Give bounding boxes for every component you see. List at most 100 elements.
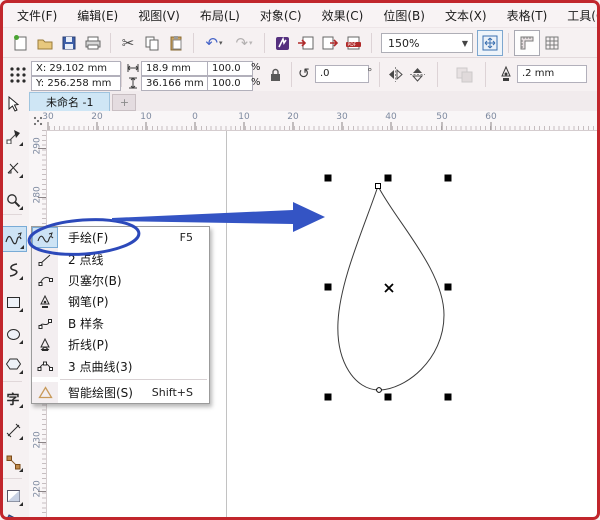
ellipse-tool[interactable]	[1, 322, 25, 346]
combine-objects-button[interactable]	[455, 66, 475, 87]
menu-table[interactable]: 表格(T)	[497, 4, 558, 27]
scale-h-field[interactable]: 100.0	[207, 61, 253, 76]
menu-item-bezier[interactable]: 贝塞尔(B)	[32, 269, 209, 292]
freehand-tool[interactable]	[0, 226, 27, 252]
menu-item-smart-drawing[interactable]: 智能绘图(S) Shift+S	[32, 381, 209, 404]
v-ruler-label: 290	[32, 137, 43, 155]
mirror-horizontal-button[interactable]	[387, 66, 404, 86]
end-node[interactable]	[376, 387, 382, 393]
print-icon	[85, 36, 101, 50]
scale-v-field[interactable]: 100.0	[207, 76, 253, 91]
menu-item-label: 3 点曲线(3)	[68, 359, 133, 374]
rotation-angle-field[interactable]: .0	[315, 65, 369, 83]
new-tab-button[interactable]: +	[112, 94, 137, 111]
lock-icon	[271, 68, 280, 81]
outline-width-field[interactable]: .2 mm	[517, 65, 587, 83]
text-tool[interactable]: 字	[1, 386, 25, 410]
save-icon	[62, 36, 76, 50]
polygon-tool[interactable]	[1, 352, 25, 376]
undo-icon: ↶	[205, 33, 219, 52]
pick-tool[interactable]	[1, 92, 25, 116]
h-ruler-label: 20	[287, 112, 299, 122]
toolbar-separator	[110, 33, 111, 53]
menu-layout[interactable]: 布局(L)	[190, 4, 250, 27]
fullscreen-preview-button[interactable]	[477, 30, 503, 56]
cut-button[interactable]: ✂	[116, 31, 140, 55]
propbar-separator	[121, 62, 122, 87]
horizontal-ruler[interactable]: 30 20 10 0 10 20 30 40 50 60	[42, 111, 597, 131]
bezier-icon	[38, 276, 53, 286]
3point-curve-icon	[37, 361, 53, 372]
redo-dropdown-icon: ▾	[249, 39, 253, 47]
menu-item-bspline[interactable]: B 样条	[32, 312, 209, 334]
show-grid-button[interactable]	[540, 31, 564, 55]
v-ruler-label: 280	[32, 186, 43, 204]
fill-tool[interactable]	[1, 508, 25, 520]
connector-icon	[6, 455, 20, 469]
h-ruler-label: 30	[42, 112, 54, 122]
dimension-tool[interactable]	[1, 418, 25, 442]
menu-item-label: 折线(P)	[68, 338, 109, 353]
object-center-marker[interactable]	[384, 283, 394, 293]
show-rulers-button[interactable]	[514, 30, 540, 56]
menu-view[interactable]: 视图(V)	[128, 4, 190, 27]
h-ruler-label: 0	[192, 112, 198, 122]
crop-tool[interactable]	[1, 156, 25, 180]
menu-edit[interactable]: 编辑(E)	[67, 4, 128, 27]
new-document-button[interactable]	[9, 31, 33, 55]
shape-tool-icon	[6, 129, 20, 144]
save-button[interactable]	[57, 31, 81, 55]
mirror-vertical-icon	[410, 68, 425, 82]
menu-item-pen[interactable]: 钢笔(P)	[32, 291, 209, 313]
rectangle-tool[interactable]	[1, 290, 25, 314]
ellipse-icon	[6, 328, 20, 340]
copy-button[interactable]	[140, 31, 164, 55]
zoom-tool[interactable]	[1, 188, 25, 212]
fill-bucket-icon	[5, 514, 18, 520]
print-button[interactable]	[81, 31, 105, 55]
export-icon	[322, 36, 339, 50]
shape-tool[interactable]	[1, 124, 25, 148]
zoom-level-combo[interactable]: 150% ▼	[381, 33, 473, 53]
menu-item-3point-curve[interactable]: 3 点曲线(3)	[32, 355, 209, 377]
redo-icon: ↷	[235, 33, 249, 52]
pick-cursor-icon	[8, 96, 20, 112]
position-x-field[interactable]: X: 29.102 mm	[31, 61, 121, 76]
teardrop-curve[interactable]	[337, 184, 445, 391]
open-button[interactable]	[33, 31, 57, 55]
menu-item-polyline[interactable]: 折线(P)	[32, 333, 209, 356]
export-button[interactable]	[318, 31, 342, 55]
import-button[interactable]	[294, 31, 318, 55]
position-y-field[interactable]: Y: 256.258 mm	[31, 76, 121, 91]
artistic-media-tool[interactable]	[1, 258, 25, 282]
menu-text[interactable]: 文本(X)	[435, 4, 497, 27]
menu-tools[interactable]: 工具(O)	[557, 4, 600, 27]
menu-object[interactable]: 对象(C)	[250, 4, 312, 27]
transparency-tool[interactable]	[1, 484, 25, 508]
pen-icon	[40, 294, 50, 308]
menu-bitmaps[interactable]: 位图(B)	[373, 4, 435, 27]
publish-pdf-button[interactable]: PDF	[342, 31, 366, 55]
start-node[interactable]	[375, 183, 381, 189]
h-ruler-label: 30	[336, 112, 348, 122]
h-ruler-label: 40	[385, 112, 397, 122]
undo-button[interactable]: ↶ ▾	[199, 31, 229, 55]
app-launcher-button[interactable]	[270, 31, 294, 55]
selected-teardrop-object[interactable]	[315, 165, 461, 411]
lock-ratio-button[interactable]	[269, 67, 282, 85]
redo-button[interactable]: ↷ ▾	[229, 31, 259, 55]
menu-effects[interactable]: 效果(C)	[312, 4, 374, 27]
zoom-level-value: 150%	[388, 36, 420, 50]
scissors-icon: ✂	[121, 33, 135, 52]
document-tab[interactable]: 未命名 -1	[29, 92, 111, 111]
mirror-vertical-button[interactable]	[409, 66, 426, 86]
magnifier-icon	[6, 193, 20, 207]
menu-separator	[60, 378, 207, 380]
object-width-field[interactable]: 18.9 mm	[141, 61, 209, 76]
object-height-field[interactable]: 36.166 mm	[141, 76, 209, 91]
ruler-origin-icon	[33, 116, 42, 125]
connector-tool[interactable]	[1, 450, 25, 474]
menu-file[interactable]: 文件(F)	[7, 4, 67, 27]
new-document-icon	[14, 35, 27, 51]
paste-button[interactable]	[164, 31, 188, 55]
